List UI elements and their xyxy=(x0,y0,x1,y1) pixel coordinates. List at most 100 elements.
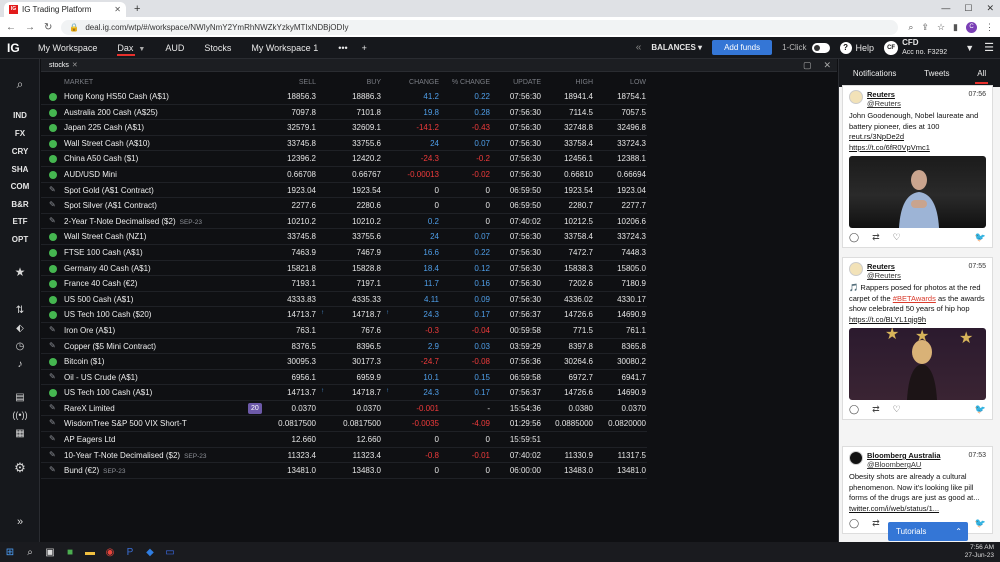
file-explorer-icon[interactable]: ▬ xyxy=(80,547,100,558)
sell-price[interactable]: 10210.2 xyxy=(287,217,316,226)
table-row[interactable]: ✎ Spot Silver (A$1 Contract) 2277.6 2280.6 0… xyxy=(41,198,647,214)
buy-price[interactable]: 15828.8 xyxy=(352,264,381,273)
edit-pencil-icon[interactable]: ✎ xyxy=(49,325,57,334)
hashtag-link[interactable]: #BETAwards xyxy=(893,294,936,303)
col-sell[interactable]: SELL xyxy=(299,79,316,86)
add-funds-button[interactable]: Add funds xyxy=(712,40,773,55)
sell-price[interactable]: 2277.6 xyxy=(292,201,316,210)
new-tab-button[interactable]: + xyxy=(134,2,140,17)
sell-price[interactable]: 14713.7 xyxy=(287,388,316,397)
table-row[interactable]: ✎ Spot Gold (A$1 Contract) 1923.04 1923.54 0… xyxy=(41,183,647,199)
close-panel-icon[interactable]: ✕ xyxy=(72,62,78,69)
market-name[interactable]: FTSE 100 Cash (A$1) xyxy=(64,248,143,257)
buy-price[interactable]: 33755.6 xyxy=(352,232,381,241)
buy-price[interactable]: 6959.9 xyxy=(357,373,381,382)
sell-price[interactable]: 4333.83 xyxy=(287,295,316,304)
market-name[interactable]: US 500 Cash (A$1) xyxy=(64,295,133,304)
sidepanel-icon[interactable]: ▮ xyxy=(953,22,958,33)
close-tab-icon[interactable]: ✕ xyxy=(114,5,121,14)
tweet-image[interactable]: ★ ★ ★ xyxy=(849,328,986,400)
buy-price[interactable]: 7197.1 xyxy=(357,279,381,288)
buy-price[interactable]: 7101.8 xyxy=(357,108,381,117)
market-name[interactable]: Spot Silver (A$1 Contract) xyxy=(64,201,157,210)
table-row[interactable]: US 500 Cash (A$1) 4333.83 4335.33 4.11 0.09 0… xyxy=(41,292,647,308)
buy-price[interactable]: 12.660 xyxy=(357,435,381,444)
buy-price[interactable]: 12420.2 xyxy=(352,154,381,163)
retweet-icon[interactable]: ⇄ xyxy=(872,518,880,529)
market-name[interactable]: Copper ($5 Mini Contract) xyxy=(64,342,156,351)
sell-price[interactable]: 12396.2 xyxy=(287,154,316,163)
market-name[interactable]: US Tech 100 Cash ($20) xyxy=(64,310,151,319)
edit-pencil-icon[interactable]: ✎ xyxy=(49,434,57,443)
table-row[interactable]: ✎ Iron Ore (A$1) 763.1 767.6 -0.3 -0.04 00:59:… xyxy=(41,323,647,339)
twitter-bird-icon[interactable]: 🐦 xyxy=(975,404,986,415)
reply-icon[interactable]: ◯ xyxy=(849,404,859,415)
table-row[interactable]: AUD/USD Mini 0.66708 0.66767 -0.00013 -0.02 0… xyxy=(41,167,647,183)
market-name[interactable]: RareX Limited xyxy=(64,404,115,413)
profile-avatar[interactable]: C xyxy=(966,21,977,33)
edit-pencil-icon[interactable]: ✎ xyxy=(49,372,57,381)
tweet-link[interactable]: reut.rs/3NpDe2d xyxy=(849,132,986,143)
buy-price[interactable]: 13483.0 xyxy=(352,466,381,475)
system-clock[interactable]: 7:56 AM 27-Jun-23 xyxy=(965,544,1000,560)
author-name[interactable]: Reuters xyxy=(867,90,895,99)
search-icon[interactable]: ⌕ xyxy=(0,77,40,92)
caret-down-icon[interactable]: ▼ xyxy=(138,46,145,53)
reuters-avatar[interactable] xyxy=(849,90,863,104)
tab-tweets[interactable]: Tweets xyxy=(924,69,949,78)
table-row[interactable]: Wall Street Cash (A$10) 33745.8 33755.6 24 0… xyxy=(41,136,647,152)
col-update[interactable]: UPDATE xyxy=(513,79,541,86)
sell-price[interactable]: 15821.8 xyxy=(287,264,316,273)
url-field[interactable]: 🔒 deal.ig.com/wtp/#/workspace/NWIyNmY2Ym… xyxy=(61,19,899,35)
edit-pencil-icon[interactable]: ✎ xyxy=(49,341,57,350)
reply-icon[interactable]: ◯ xyxy=(849,232,859,243)
buy-price[interactable]: 11323.4 xyxy=(353,451,381,460)
one-click-toggle[interactable]: 1-Click xyxy=(782,42,830,53)
buy-price[interactable]: 7467.9 xyxy=(357,248,381,257)
tag-icon[interactable]: ⬖ xyxy=(0,323,40,334)
sell-price[interactable]: 7097.8 xyxy=(292,108,316,117)
sell-price[interactable]: 0.0817500 xyxy=(278,419,316,428)
tab-all[interactable]: All xyxy=(975,69,988,84)
main-menu-icon[interactable]: ☰ xyxy=(984,41,994,54)
sell-price[interactable]: 11323.4 xyxy=(288,451,316,460)
col-change[interactable]: CHANGE xyxy=(409,79,439,86)
market-name[interactable]: Australia 200 Cash (A$25) xyxy=(64,108,158,117)
retweet-icon[interactable]: ⇄ xyxy=(872,404,880,415)
twitter-bird-icon[interactable]: 🐦 xyxy=(975,518,986,529)
add-tab-button[interactable]: + xyxy=(358,37,371,59)
sidebar-item-etf[interactable]: ETF xyxy=(0,217,40,226)
buy-price[interactable]: 4335.33 xyxy=(352,295,381,304)
sidebar-item-sha[interactable]: SHA xyxy=(0,165,40,174)
edit-pencil-icon[interactable]: ✎ xyxy=(49,403,57,412)
market-name[interactable]: Japan 225 Cash (A$1) xyxy=(64,123,144,132)
app-icon[interactable]: ▭ xyxy=(160,547,180,558)
settings-gear-icon[interactable]: ⚙ xyxy=(0,460,40,476)
sell-price[interactable]: 14713.7 xyxy=(287,310,316,319)
market-name[interactable]: Bund (€2) SEP-23 xyxy=(64,466,126,475)
author-name[interactable]: Bloomberg Australia xyxy=(867,451,940,460)
sidebar-item-cry[interactable]: CRY xyxy=(0,147,40,156)
buy-price[interactable]: 1923.54 xyxy=(352,186,381,195)
app-icon[interactable]: ■ xyxy=(60,547,80,558)
reuters-avatar[interactable] xyxy=(849,262,863,276)
market-name[interactable]: Bitcoin ($1) xyxy=(64,357,104,366)
buy-price[interactable]: 8396.5 xyxy=(357,342,381,351)
sell-price[interactable]: 30095.3 xyxy=(287,357,316,366)
chrome-icon[interactable]: ◉ xyxy=(100,547,120,558)
history-icon[interactable]: ◷ xyxy=(0,341,40,352)
author-handle[interactable]: @BloombergAU xyxy=(867,460,921,469)
forward-icon[interactable]: → xyxy=(25,22,35,33)
bookmark-star-icon[interactable]: ☆ xyxy=(937,22,945,33)
sidebar-item-fx[interactable]: FX xyxy=(0,129,40,138)
workspace-tab-stocks[interactable]: stocks ✕ xyxy=(41,61,86,69)
market-name[interactable]: 2-Year T-Note Decimalised ($2) SEP-23 xyxy=(64,217,202,226)
table-row[interactable]: US Tech 100 Cash ($20) 14713.7 ↑ 14718.7 ↑ 24… xyxy=(41,307,647,323)
tweet-link[interactable]: https://t.co/6fR0VpVmc1 xyxy=(849,143,986,154)
sell-price[interactable]: 763.1 xyxy=(296,326,316,335)
share-icon[interactable]: ⇪ xyxy=(921,22,929,33)
col-pct-change[interactable]: % CHANGE xyxy=(452,79,490,86)
edit-pencil-icon[interactable]: ✎ xyxy=(49,450,57,459)
tweet-card[interactable]: Bloomberg Australia @BloombergAU 07:53 Ob… xyxy=(842,446,993,534)
sidebar-item-ind[interactable]: IND xyxy=(0,111,40,120)
